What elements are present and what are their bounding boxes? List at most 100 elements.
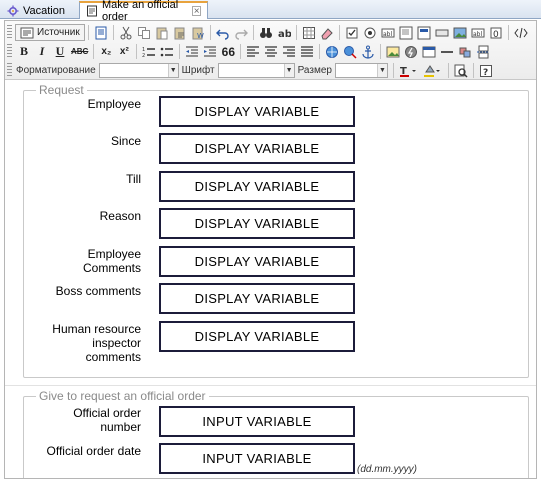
since-display-variable[interactable]: DISPLAY VARIABLE bbox=[159, 133, 355, 164]
select-all-button[interactable] bbox=[300, 24, 318, 41]
link-button[interactable] bbox=[323, 43, 341, 60]
anchor-button[interactable] bbox=[359, 43, 377, 60]
underline-button[interactable]: U bbox=[51, 43, 69, 60]
variable-field-button[interactable]: 0 bbox=[487, 24, 505, 41]
subscript-button[interactable]: x₂ bbox=[97, 43, 115, 60]
format-select[interactable]: ▼ bbox=[98, 63, 179, 78]
official-order-number-input-variable[interactable]: INPUT VARIABLE bbox=[159, 406, 355, 437]
link-globe-icon bbox=[326, 45, 339, 58]
horizontal-rule-button[interactable] bbox=[438, 43, 456, 60]
help-icon: ? bbox=[479, 64, 492, 78]
format-label: Форматирование bbox=[16, 65, 96, 76]
official-order-date-input-variable[interactable]: INPUT VARIABLE bbox=[159, 443, 355, 474]
preview-icon bbox=[95, 26, 107, 39]
align-center-button[interactable] bbox=[262, 43, 280, 60]
superscript-button[interactable]: x² bbox=[115, 43, 133, 60]
toolbar-row-2: B I U ABC x₂ x² 12 66 bbox=[7, 42, 492, 61]
show-blocks-button[interactable] bbox=[452, 62, 470, 79]
textarea-button[interactable] bbox=[397, 24, 415, 41]
hidden-field-button[interactable]: abl bbox=[469, 24, 487, 41]
source-icon bbox=[20, 27, 34, 38]
align-justify-icon bbox=[301, 45, 314, 57]
bullet-list-button[interactable] bbox=[158, 43, 176, 60]
till-display-variable[interactable]: DISPLAY VARIABLE bbox=[159, 171, 355, 202]
svg-text:?: ? bbox=[483, 68, 488, 78]
toolbar-grip[interactable] bbox=[7, 63, 12, 78]
cut-button[interactable] bbox=[117, 24, 135, 41]
undo-button[interactable] bbox=[214, 24, 232, 41]
employee-label: Employee bbox=[87, 97, 141, 111]
font-select[interactable]: ▼ bbox=[217, 63, 295, 78]
unlink-button[interactable] bbox=[341, 43, 359, 60]
tab-label: Vacation bbox=[23, 4, 65, 17]
page-break-icon bbox=[477, 45, 490, 58]
paste-word-button[interactable]: W bbox=[189, 24, 207, 41]
reason-label: Reason bbox=[99, 209, 141, 223]
bold-button[interactable]: B bbox=[15, 43, 33, 60]
code-button[interactable] bbox=[512, 24, 530, 41]
code-icon bbox=[514, 27, 528, 38]
background-color-button[interactable] bbox=[421, 62, 445, 79]
svg-text:W: W bbox=[197, 32, 204, 40]
hidden-field-icon: abl bbox=[471, 28, 485, 38]
tab-make-official-order[interactable]: Make an official order × bbox=[79, 0, 208, 23]
image-button-button[interactable] bbox=[451, 24, 469, 41]
paste-button[interactable] bbox=[153, 24, 171, 41]
toolbar-grip[interactable] bbox=[7, 44, 12, 59]
close-icon[interactable]: × bbox=[192, 6, 201, 17]
employee-display-variable[interactable]: DISPLAY VARIABLE bbox=[159, 96, 355, 127]
hr-inspector-comments-display-variable[interactable]: DISPLAY VARIABLE bbox=[159, 321, 355, 352]
italic-button[interactable]: I bbox=[33, 43, 51, 60]
preview-button[interactable] bbox=[92, 24, 110, 41]
outdent-icon bbox=[186, 46, 199, 56]
eraser-icon bbox=[321, 27, 333, 39]
checkbox-button[interactable] bbox=[343, 24, 361, 41]
checkbox-icon bbox=[346, 27, 358, 38]
employee-comments-display-variable[interactable]: DISPLAY VARIABLE bbox=[159, 246, 355, 277]
text-color-button[interactable]: T bbox=[397, 62, 421, 79]
align-right-icon bbox=[283, 45, 296, 57]
align-right-button[interactable] bbox=[280, 43, 298, 60]
textfield-icon: abl bbox=[381, 28, 395, 38]
replace-button[interactable]: ab bbox=[275, 24, 293, 41]
redo-button[interactable] bbox=[232, 24, 250, 41]
outdent-button[interactable] bbox=[183, 43, 201, 60]
variable-field-icon: 0 bbox=[490, 27, 502, 40]
till-label: Till bbox=[126, 172, 141, 186]
paste-icon bbox=[156, 27, 168, 39]
size-select[interactable]: ▼ bbox=[334, 63, 388, 78]
textfield-button[interactable]: abl bbox=[379, 24, 397, 41]
official-order-legend: Give to request an official order bbox=[36, 389, 209, 403]
boss-comments-display-variable[interactable]: DISPLAY VARIABLE bbox=[159, 283, 355, 314]
cut-icon bbox=[120, 26, 132, 39]
paste-text-button[interactable] bbox=[171, 24, 189, 41]
indent-button[interactable] bbox=[201, 43, 219, 60]
help-button[interactable]: ? bbox=[477, 62, 495, 79]
page-break-button[interactable] bbox=[474, 43, 492, 60]
align-left-button[interactable] bbox=[244, 43, 262, 60]
select-field-button[interactable] bbox=[415, 24, 433, 41]
strike-button[interactable]: ABC bbox=[69, 43, 90, 60]
font-label: Шрифт bbox=[181, 65, 215, 76]
smiley-button[interactable] bbox=[456, 43, 474, 60]
numbered-list-icon: 12 bbox=[142, 47, 156, 59]
blockquote-button[interactable]: 66 bbox=[219, 43, 237, 60]
image-button[interactable] bbox=[384, 43, 402, 60]
align-justify-button[interactable] bbox=[298, 43, 316, 60]
flash-icon bbox=[405, 45, 418, 58]
button-field-button[interactable] bbox=[433, 24, 451, 41]
flash-button[interactable] bbox=[402, 43, 420, 60]
copy-button[interactable] bbox=[135, 24, 153, 41]
editor-content[interactable]: Request Employee DISPLAY VARIABLE Since … bbox=[5, 81, 536, 478]
toolbar-grip[interactable] bbox=[7, 25, 12, 40]
radio-button[interactable] bbox=[361, 24, 379, 41]
remove-format-button[interactable] bbox=[318, 24, 336, 41]
table-button[interactable] bbox=[420, 43, 438, 60]
textarea-icon bbox=[399, 26, 413, 39]
find-button[interactable] bbox=[257, 24, 275, 41]
copy-icon bbox=[137, 26, 150, 39]
tab-vacation[interactable]: Vacation bbox=[0, 1, 79, 19]
reason-display-variable[interactable]: DISPLAY VARIABLE bbox=[159, 208, 355, 239]
numbered-list-button[interactable]: 12 bbox=[140, 43, 158, 60]
source-button[interactable]: Источник bbox=[15, 24, 85, 41]
